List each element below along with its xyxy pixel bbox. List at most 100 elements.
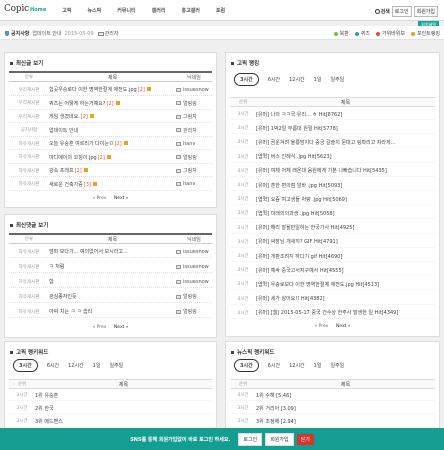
row-title[interactable]: 함: [49, 279, 54, 285]
notice-item[interactable]: 공지사항 업데이트 안내 2015-05-09 관리자: [5, 30, 118, 37]
row-title[interactable]: 업데이트 안내: [49, 128, 78, 134]
row-title[interactable]: 퀴즈는 어떻게 하는거예요?: [49, 101, 105, 107]
table-row[interactable]: 공지사항 업데이트 안내 관리자: [9, 125, 212, 137]
login-button[interactable]: 로그인: [391, 6, 412, 17]
ranking-row[interactable]: 3시간 1위 유승훈: [9, 390, 212, 401]
ranking-title[interactable]: [유머] 나의 ㅋㅋ국 유리... ㅎ Hit[8762]: [256, 111, 435, 118]
ranking-title[interactable]: 3위 메드벤스: [35, 418, 212, 425]
row-writer[interactable]: 관리자: [176, 127, 212, 134]
ranking-title[interactable]: [유머] 예싸 중국고서지구예서 Hit[4555]: [256, 267, 435, 274]
ranking-row[interactable]: 3시간 [유머] 여체 어체 래온대 음원에게 기분 나빠습니다 Hit[5435…: [230, 166, 435, 177]
row-writer[interactable]: issuesnow: [176, 249, 212, 255]
table-row[interactable]: 자유게시판 ㅋ 처럼 issuesnow: [9, 261, 212, 273]
site-logo[interactable]: Copic: [4, 4, 29, 14]
tab-12h[interactable]: 12시간: [289, 362, 305, 369]
next-link[interactable]: Next »: [114, 325, 129, 330]
row-title-cell[interactable]: 엄퍼 보다가... 여의없어서 보시라고...: [49, 248, 176, 255]
ranking-row[interactable]: 3시간 [유머] 해리 잘될만일하는 한국가사 Hit[4925]: [230, 223, 435, 234]
ranking-title[interactable]: [유머] 훈한 편의점 알바 .jpg Hit[5093]: [256, 182, 435, 189]
ranking-title[interactable]: 3위 조정해 [2.94]: [256, 418, 435, 425]
ranking-row[interactable]: 3시간 [엽퀵] 버스 인례식 .jpg Hit[5623]: [230, 152, 435, 163]
table-row[interactable]: 우리계시판 게임 생겼네요.[2] 그림자: [9, 111, 212, 123]
row-title-cell[interactable]: ㅋ 처럼: [49, 263, 176, 270]
row-writer[interactable]: 얼링링: [176, 154, 212, 161]
row-writer[interactable]: hanv: [176, 141, 212, 147]
table-row[interactable]: 자유게시판 새로운 건축가증[3] hanv: [9, 179, 212, 191]
row-writer[interactable]: issuesnow: [176, 87, 212, 93]
tab-3h[interactable]: 3시간: [234, 359, 259, 372]
ranking-title[interactable]: [유머] 싸장님 개새끼? GIF Hit[4791]: [256, 238, 435, 245]
table-row[interactable]: 우리계시판 힙곳우승로다 이한 명역한절계 애전도.jpg[2] issuesnow: [9, 84, 212, 96]
prev-link[interactable]: « Prev: [314, 324, 328, 329]
row-title-cell[interactable]: 마디에이의 코칭이.jpg[2]: [49, 154, 176, 161]
table-row[interactable]: 자유게시판 마디에이의 코칭이.jpg[2] 얼링링: [9, 152, 212, 164]
table-row[interactable]: 자유게시판 관심종자인듯 얼링링: [9, 291, 212, 303]
ranking-title[interactable]: [유머] 곰운겨려 울릉밤지다 증궁 갈솔치 문대고 링파리고 자라게...: [256, 139, 435, 146]
row-writer[interactable]: hanv: [176, 181, 212, 187]
tab-1w[interactable]: 일주일: [109, 362, 123, 369]
nav-forum[interactable]: 포럼: [216, 7, 225, 14]
row-title[interactable]: 관심종자인듯: [49, 294, 77, 300]
notice-title[interactable]: 업데이트 안내: [32, 30, 61, 37]
row-writer[interactable]: 그림자: [176, 167, 212, 174]
nav-home[interactable]: Home: [30, 7, 46, 14]
table-row[interactable]: 자유게시판 아싸 치는 ㅋ ㅋ 습리 얼링링: [9, 306, 212, 318]
row-title[interactable]: 힙곳우승로다 이한 명역한절계 애전도.jpg: [49, 87, 137, 93]
table-row[interactable]: 자유게시판 함 issuesnow: [9, 276, 212, 288]
table-row[interactable]: 자유게시판 강속 프레프[2] 그림자: [9, 165, 212, 177]
ranking-row[interactable]: 3시간 [유머] 1박2일 부름대 원릴 Hit[5778]: [230, 123, 435, 135]
tab-12h[interactable]: 12시간: [68, 362, 84, 369]
row-title-cell[interactable]: 새로운 건축가증[3]: [49, 181, 176, 188]
nav-community[interactable]: 커뮤니티: [117, 7, 135, 14]
ranking-row[interactable]: 3시간 [유머] 나의 ㅋㅋ국 유리... ㅎ Hit[8762]: [230, 109, 435, 120]
bottom-signup-button[interactable]: 회원가입: [265, 432, 294, 446]
ranking-row[interactable]: 3시간 [엽퀵] 요즘 여고생들 처량 .jpg Hit[5069]: [230, 194, 435, 206]
bottom-login-button[interactable]: 로그인: [238, 432, 263, 446]
ranking-row[interactable]: 3시간 [유머] 개판조려지 하디기.gif Hit[4690]: [230, 251, 435, 262]
ranking-title[interactable]: 2위 한국: [35, 405, 212, 412]
ranking-title[interactable]: 2위 거리아 [3.09]: [256, 405, 435, 412]
ranking-title[interactable]: [엽퀵] 요즘 여고생들 처량 .jpg Hit[5069]: [256, 196, 435, 203]
ranking-row[interactable]: 3시간 2위 한국: [9, 403, 212, 414]
quick-link-point-ranking[interactable]: 포인트랭킹: [410, 30, 440, 37]
ranking-title[interactable]: [유머] [웹] 2015-05-17 중국 건수상 한주사 발생한 일 Hit…: [256, 309, 435, 316]
row-writer[interactable]: 얼링링: [176, 293, 212, 300]
ranking-row[interactable]: 3시간 [엽퀵] 우승로보다 이한 명역한절계 애전도.jpg Hit[4513]: [230, 279, 435, 291]
tab-6h[interactable]: 6시간: [47, 362, 59, 369]
row-title[interactable]: 아싸 치는 ㅋ ㅋ 습리: [49, 309, 92, 315]
tab-3h[interactable]: 3시간: [13, 359, 38, 372]
row-title-cell[interactable]: 함: [49, 278, 176, 285]
ranking-row[interactable]: 3시간 [유머] 곰운겨려 울릉밤지다 증궁 갈솔치 문대고 링파리고 자라게..…: [230, 137, 435, 149]
ranking-row[interactable]: 3시간 [유머] 예싸 중국고서지구예서 Hit[4555]: [230, 265, 435, 277]
next-link[interactable]: Next »: [336, 324, 351, 329]
ranking-title[interactable]: [유머] 1박2일 부름대 원릴 Hit[5778]: [256, 125, 435, 132]
row-title[interactable]: 새로운 건축가증: [49, 182, 83, 188]
quick-link-bookpan[interactable]: 북판: [333, 30, 349, 37]
tab-12h[interactable]: 12시간: [289, 76, 305, 83]
row-title-cell[interactable]: 오늘 유승훈 여르리기 다이는ㅁ[2]: [49, 140, 176, 147]
ranking-title[interactable]: [엽퀵] 버스 인례식 .jpg Hit[5623]: [256, 153, 435, 160]
row-title[interactable]: ㅋ 처럼: [49, 264, 64, 270]
tab-1w[interactable]: 일주일: [330, 76, 344, 83]
ranking-title[interactable]: [유머] 개판조려지 하디기.gif Hit[4690]: [256, 253, 435, 260]
row-title[interactable]: 엄퍼 보다가... 여의없어서 보시라고...: [49, 249, 128, 255]
prev-link[interactable]: « Prev: [92, 196, 106, 201]
ranking-row[interactable]: 3시간 [유머] 싸장님 개새끼? GIF Hit[4791]: [230, 237, 435, 248]
table-row[interactable]: 자유게시판 엄퍼 보다가... 여의없어서 보시라고... issuesnow: [9, 246, 212, 258]
nav-gallery[interactable]: 갤러리: [152, 7, 166, 14]
ranking-row[interactable]: 3시간 [엽퀵] 미래의의과생 .jpg Hit[5058]: [230, 208, 435, 220]
ranking-row[interactable]: 3시간 1위 수해 [5.46]: [230, 390, 435, 401]
row-title-cell[interactable]: 게임 생겼네요.[2]: [49, 113, 176, 120]
table-row[interactable]: 우리계시판 퀴즈는 어떻게 하는거예요?[2] 얼링링: [9, 98, 212, 110]
ranking-row[interactable]: 3시간 [유머] 세가 삼어요!! Hit[4382]: [230, 294, 435, 305]
row-writer[interactable]: issuesnow: [176, 264, 212, 270]
tab-3h[interactable]: 3시간: [234, 73, 259, 86]
row-title[interactable]: 강속 프레프: [49, 168, 74, 174]
ranking-title[interactable]: [엽퀵] 미래의의과생 .jpg Hit[5058]: [256, 210, 435, 217]
nav-hong-gallery[interactable]: 홍고갤러: [181, 7, 199, 14]
signup-button[interactable]: 회원가입: [413, 6, 438, 17]
row-writer[interactable]: 얼링링: [176, 100, 212, 107]
tab-6h[interactable]: 6시간: [268, 362, 280, 369]
tab-1d[interactable]: 1일: [314, 362, 322, 369]
ranking-title[interactable]: [유머] 여체 어체 래온대 음원에게 기분 나빠습니다 Hit[5435]: [256, 167, 435, 174]
